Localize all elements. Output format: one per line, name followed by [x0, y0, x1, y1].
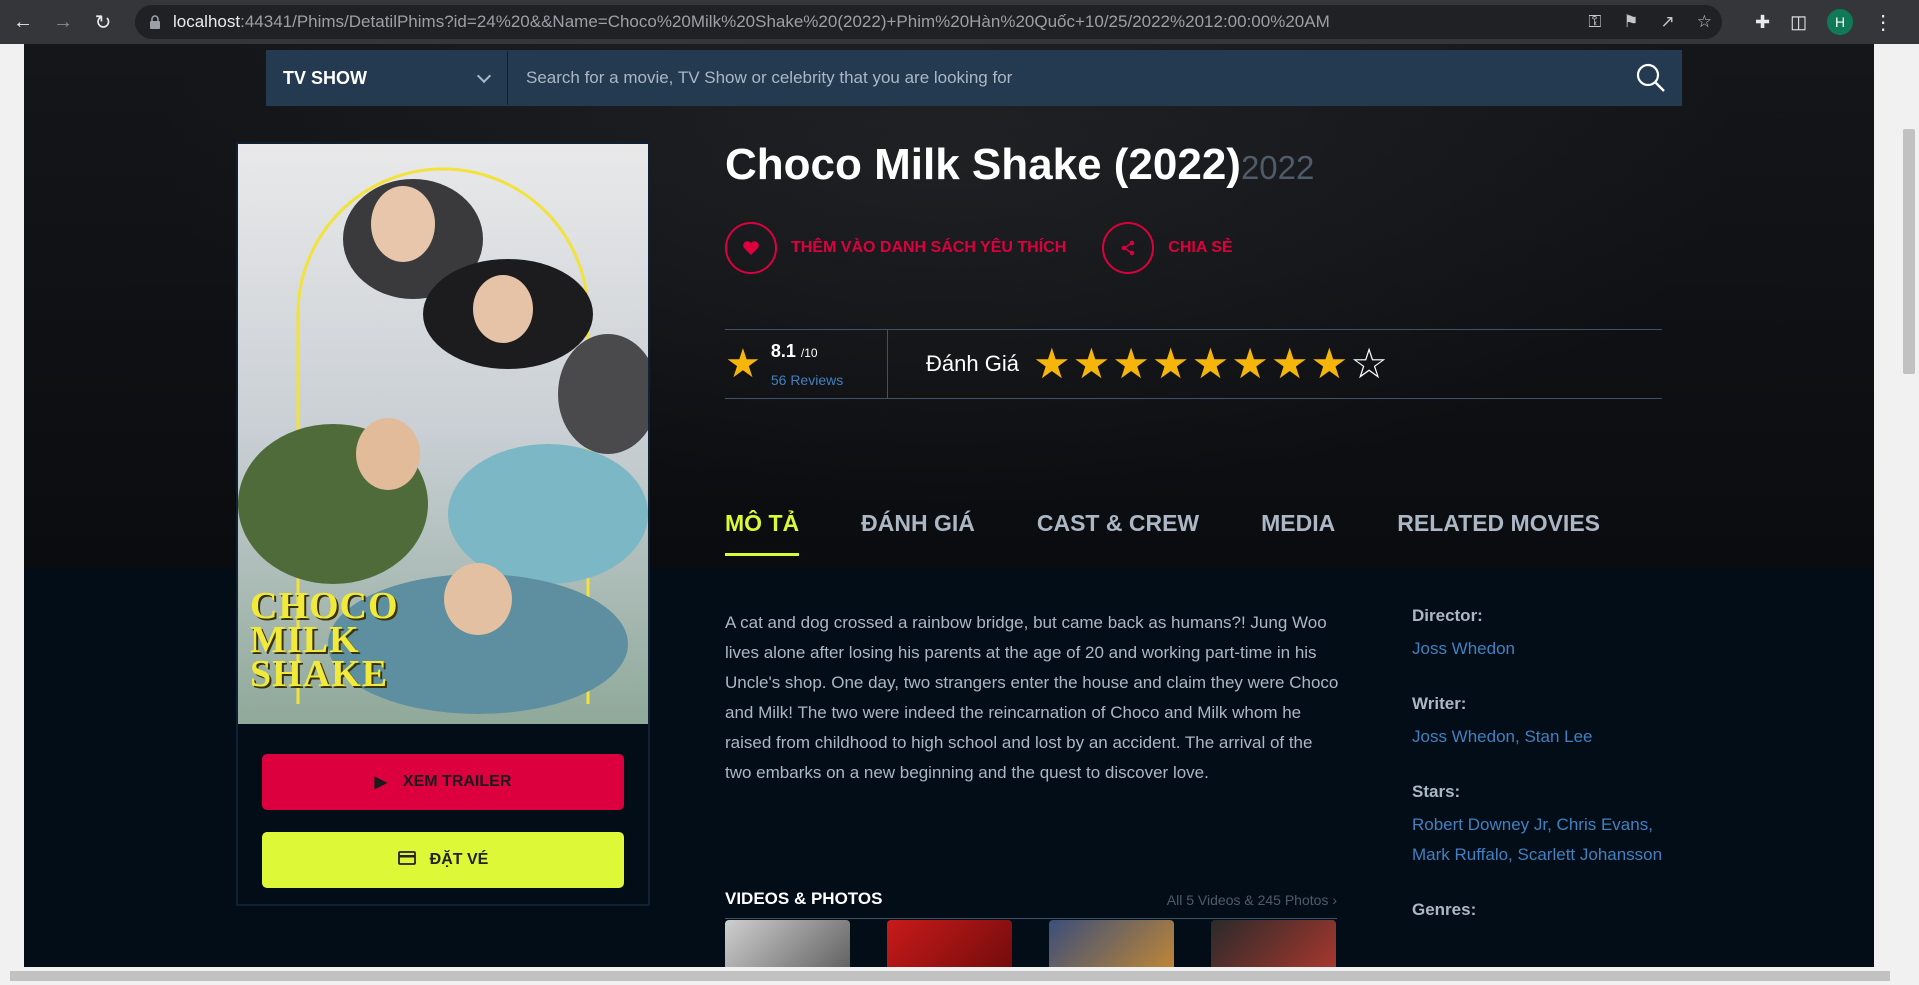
- vertical-scrollbar[interactable]: [1899, 44, 1919, 967]
- search-type-select[interactable]: TV SHOW: [267, 51, 507, 105]
- movie-title: Choco Milk Shake (2022)2022: [725, 140, 1314, 190]
- movie-poster: CHOCO MILK SHAKE: [238, 144, 648, 724]
- user-rating: Đánh Giá ★ ★ ★ ★ ★ ★ ★ ★ ☆: [888, 343, 1388, 385]
- browser-toolbar: ← → ↻ localhost:44341/Phims/DetatilPhims…: [0, 0, 1919, 44]
- horizontal-scrollbar[interactable]: [0, 967, 1919, 985]
- tab-3[interactable]: MEDIA: [1261, 510, 1335, 556]
- page-viewport: TV SHOW Search for a movie, TV Show or c…: [0, 44, 1899, 967]
- rating-star-icon[interactable]: ★: [1192, 343, 1230, 385]
- watch-trailer-button[interactable]: ▶ XEM TRAILER: [262, 754, 624, 810]
- media-thumbnails: [725, 920, 1336, 967]
- tab-0[interactable]: MÔ TẢ: [725, 510, 800, 556]
- share-link[interactable]: CHIA SẺ: [1168, 239, 1232, 257]
- search-icon[interactable]: [1621, 51, 1681, 105]
- media-thumbnail[interactable]: [887, 920, 1012, 967]
- page-left-margin: [0, 44, 24, 967]
- url-host: localhost: [173, 12, 241, 31]
- writer-link[interactable]: Joss Whedon, Stan Lee: [1412, 722, 1682, 752]
- media-thumbnail[interactable]: [725, 920, 850, 967]
- reload-icon[interactable]: ↻: [86, 5, 120, 39]
- share-page-icon[interactable]: ↗: [1661, 12, 1675, 32]
- movie-title-text: Choco Milk Shake (2022): [725, 140, 1241, 189]
- extensions-icon[interactable]: ✚: [1755, 12, 1770, 33]
- director-link[interactable]: Joss Whedon: [1412, 634, 1682, 664]
- rating-out-of: /10: [800, 345, 818, 360]
- credit-card-icon: [397, 850, 416, 870]
- poster-card: CHOCO MILK SHAKE ▶ XEM TRAILER ĐẶT VÉ: [236, 142, 650, 906]
- videos-photos-header: VIDEOS & PHOTOS All 5 Videos & 245 Photo…: [725, 889, 1337, 919]
- page-right-margin: [1874, 44, 1899, 967]
- rating-star-icon[interactable]: ★: [1271, 343, 1309, 385]
- play-icon: ▶: [374, 774, 387, 791]
- rating-star-icon[interactable]: ☆: [1350, 343, 1388, 385]
- bookmark-star-icon[interactable]: ☆: [1697, 12, 1712, 32]
- poster-title-art: CHOCO MILK SHAKE: [250, 585, 399, 695]
- key-icon[interactable]: ⚿: [1588, 12, 1601, 32]
- translate-icon[interactable]: ⚑: [1623, 12, 1638, 32]
- star-icon: ★: [725, 342, 761, 386]
- movie-year: 2022: [1240, 149, 1315, 186]
- rating-star-icon[interactable]: ★: [1033, 343, 1071, 385]
- stars-label: Stars:: [1412, 782, 1461, 801]
- detail-tabs: MÔ TẢ ĐÁNH GIÁ CAST & CREW MEDIA RELATED MOV…: [725, 510, 1600, 556]
- search-type-value: TV SHOW: [283, 67, 367, 88]
- chevron-down-icon: [476, 68, 492, 84]
- all-videos-link[interactable]: All 5 Videos & 245 Photos ›: [1167, 892, 1337, 918]
- rating-stars[interactable]: ★ ★ ★ ★ ★ ★ ★ ★ ☆: [1033, 343, 1388, 385]
- rating-star-icon[interactable]: ★: [1152, 343, 1190, 385]
- vertical-scroll-thumb[interactable]: [1903, 129, 1915, 374]
- forward-icon[interactable]: →: [46, 5, 80, 39]
- share-icon[interactable]: [1102, 222, 1155, 274]
- url-text[interactable]: localhost:44341/Phims/DetatilPhims?id=24…: [173, 12, 1403, 32]
- genres-label: Genres:: [1412, 900, 1477, 919]
- videos-photos-title: VIDEOS & PHOTOS: [725, 889, 883, 908]
- profile-avatar[interactable]: H: [1827, 9, 1854, 35]
- chevron-right-icon: ›: [1332, 892, 1337, 908]
- search-input[interactable]: [524, 67, 1621, 89]
- rating-star-icon[interactable]: ★: [1112, 343, 1150, 385]
- rating-score: 8.1 /10: [771, 341, 843, 362]
- credits-sidebar: Director: Joss Whedon Writer: Joss Whedo…: [1412, 606, 1682, 920]
- average-rating: ★ 8.1 /10 56 Reviews: [725, 329, 888, 399]
- movie-description: A cat and dog crossed a rainbow bridge, …: [725, 613, 1339, 782]
- rating-star-icon[interactable]: ★: [1311, 343, 1349, 385]
- book-ticket-button[interactable]: ĐẶT VÉ: [262, 832, 624, 888]
- movie-actions: THÊM VÀO DANH SÁCH YÊU THÍCH CHIA SẺ: [725, 222, 1233, 274]
- all-videos-label: All 5 Videos & 245 Photos: [1166, 892, 1329, 908]
- reviews-link[interactable]: 56 Reviews: [771, 372, 843, 388]
- add-to-favorites-link[interactable]: THÊM VÀO DANH SÁCH YÊU THÍCH: [791, 239, 1066, 257]
- rate-label: Đánh Giá: [926, 351, 1019, 376]
- writer-label: Writer:: [1412, 694, 1467, 713]
- search-bar: TV SHOW: [266, 50, 1682, 106]
- director-label: Director:: [1412, 606, 1483, 625]
- media-thumbnail[interactable]: [1211, 920, 1336, 967]
- horizontal-scroll-thumb[interactable]: [10, 971, 1890, 981]
- tab-2[interactable]: CAST & CREW: [1037, 510, 1199, 556]
- lock-icon: [149, 15, 161, 29]
- tab-1[interactable]: ĐÁNH GIÁ: [861, 510, 975, 556]
- url-path: :44341/Phims/DetatilPhims?id=24%20&&Name…: [240, 12, 1330, 31]
- tab-4[interactable]: RELATED MOVIES: [1397, 510, 1600, 556]
- media-thumbnail[interactable]: [1049, 920, 1174, 967]
- rating-score-value: 8.1: [770, 340, 796, 361]
- browser-menu-icon[interactable]: ⋮: [1873, 10, 1893, 35]
- rating-row: ★ 8.1 /10 56 Reviews Đánh Giá ★ ★ ★ ★ ★ ★ ★ ★ ☆: [725, 329, 1662, 399]
- address-bar[interactable]: localhost:44341/Phims/DetatilPhims?id=24…: [135, 5, 1722, 39]
- stars-link[interactable]: Robert Downey Jr, Chris Evans, Mark Ruff…: [1412, 810, 1682, 870]
- back-icon[interactable]: ←: [6, 5, 40, 39]
- rating-star-icon[interactable]: ★: [1073, 343, 1111, 385]
- watch-trailer-label: XEM TRAILER: [402, 773, 512, 790]
- heart-icon[interactable]: [725, 222, 777, 274]
- book-ticket-label: ĐẶT VÉ: [429, 851, 489, 868]
- side-panel-icon[interactable]: ◫: [1790, 12, 1807, 33]
- rating-star-icon[interactable]: ★: [1231, 343, 1269, 385]
